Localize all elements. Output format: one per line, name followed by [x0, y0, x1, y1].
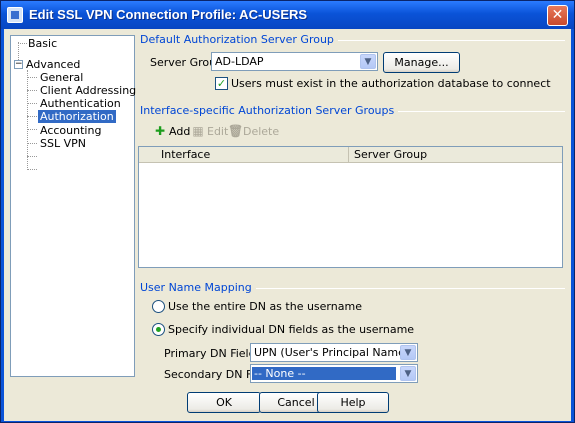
dialog-client-area: Basic − Advanced General Client Addressi…	[4, 29, 571, 421]
dialog-window: Edit SSL VPN Connection Profile: AC-USER…	[0, 0, 575, 423]
nav-tree: Basic − Advanced General Client Addressi…	[10, 35, 136, 377]
primary-dn-label: Primary DN Field:	[164, 347, 260, 360]
tree-item-accounting[interactable]: Accounting	[40, 124, 101, 137]
server-group-select[interactable]: AD-LDAP ▼	[211, 52, 378, 71]
primary-dn-select[interactable]: UPN (User's Principal Name) ▼	[250, 343, 418, 362]
entire-dn-radio[interactable]	[152, 300, 165, 313]
section-divider	[226, 288, 565, 289]
individual-dn-radio[interactable]	[152, 323, 165, 336]
edit-icon: ▦	[192, 124, 204, 138]
add-button[interactable]: ✚ Add	[154, 123, 190, 139]
primary-dn-value: UPN (User's Principal Name)	[254, 346, 410, 359]
chevron-down-icon[interactable]: ▼	[400, 366, 416, 381]
help-button[interactable]: Help	[317, 392, 389, 413]
title-bar[interactable]: Edit SSL VPN Connection Profile: AC-USER…	[1, 1, 574, 29]
server-group-value: AD-LDAP	[215, 55, 264, 68]
default-group-title: Default Authorization Server Group	[140, 33, 338, 46]
secondary-dn-select[interactable]: -- None -- ▼	[250, 364, 418, 383]
edit-button[interactable]: ▦ Edit	[192, 123, 228, 139]
window-title: Edit SSL VPN Connection Profile: AC-USER…	[29, 7, 308, 22]
trash-icon: 🗑	[228, 124, 244, 138]
tree-item-general[interactable]: General	[40, 71, 83, 84]
tree-item-basic[interactable]: Basic	[28, 37, 57, 50]
delete-label: Delete	[243, 124, 280, 138]
tree-item-advanced[interactable]: Advanced	[26, 58, 80, 71]
collapse-icon[interactable]: −	[14, 60, 23, 69]
entire-dn-label: Use the entire DN as the username	[168, 300, 362, 313]
delete-button[interactable]: 🗑 Delete	[228, 123, 279, 139]
individual-dn-label: Specify individual DN fields as the user…	[168, 323, 415, 336]
app-icon	[7, 7, 23, 23]
tree-item-ssl-vpn[interactable]: SSL VPN	[40, 137, 86, 150]
table-header: Interface Server Group	[139, 147, 562, 163]
users-must-exist-checkbox[interactable]: ✓	[215, 77, 228, 90]
chevron-down-icon[interactable]: ▼	[360, 54, 376, 69]
interface-groups-table[interactable]: Interface Server Group	[138, 146, 563, 268]
ok-button[interactable]: OK	[187, 392, 261, 413]
edit-label: Edit	[207, 124, 229, 138]
tree-item-authentication[interactable]: Authentication	[40, 97, 121, 110]
tree-item-client-addressing[interactable]: Client Addressing	[40, 84, 136, 97]
chevron-down-icon[interactable]: ▼	[400, 345, 416, 360]
user-name-mapping-title: User Name Mapping	[140, 281, 256, 294]
manage-button[interactable]: Manage...	[383, 52, 460, 73]
users-must-exist-label: Users must exist in the authorization da…	[231, 77, 551, 90]
column-header-interface[interactable]: Interface	[156, 147, 349, 163]
plus-icon: ✚	[154, 124, 166, 138]
tree-item-authorization[interactable]: Authorization	[38, 110, 116, 123]
add-label: Add	[169, 124, 191, 138]
close-button[interactable]: ✕	[547, 5, 568, 26]
column-header-server-group[interactable]: Server Group	[349, 147, 563, 163]
interface-groups-title: Interface-specific Authorization Server …	[140, 104, 399, 117]
secondary-dn-value: -- None --	[252, 367, 396, 380]
